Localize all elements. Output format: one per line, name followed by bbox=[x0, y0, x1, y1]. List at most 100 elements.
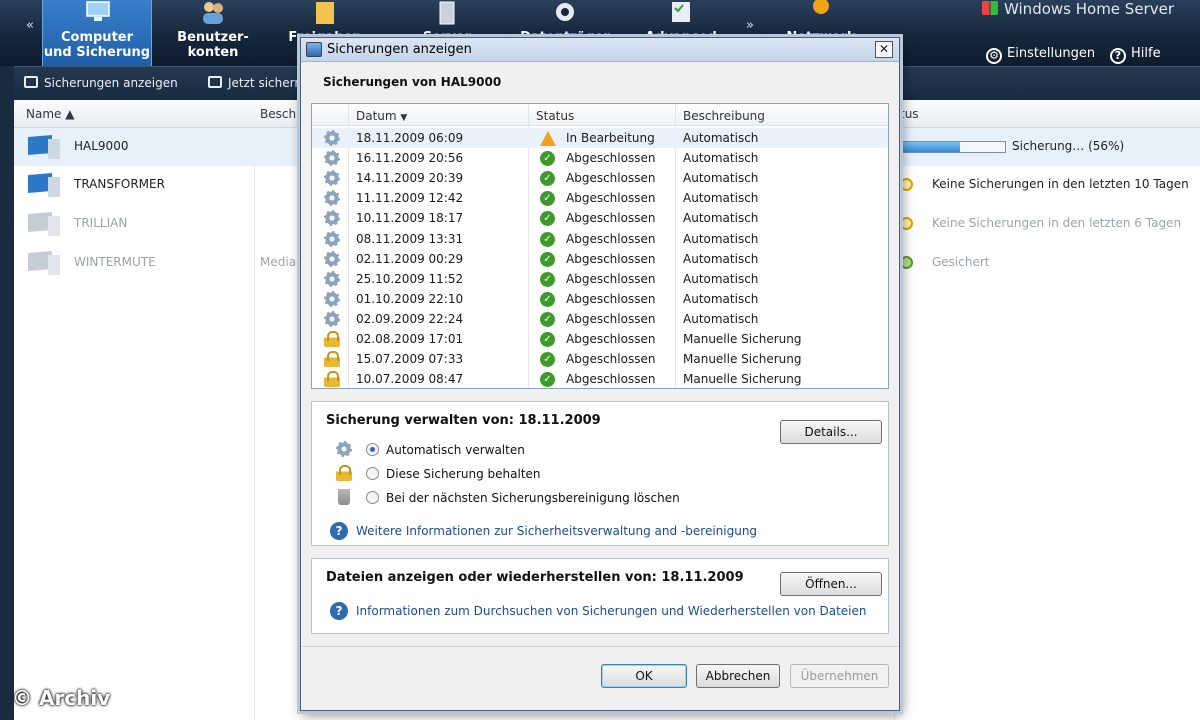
backup-status: Abgeschlossen bbox=[566, 211, 656, 226]
gear-icon bbox=[324, 150, 340, 167]
backup-row[interactable]: 10.11.2009 18:17 ✓ Abgeschlossen Automatisc… bbox=[312, 208, 888, 228]
checkmark-icon: ✓ bbox=[540, 211, 555, 227]
computer-icon bbox=[86, 1, 110, 21]
manage-info-link[interactable]: ? Weitere Informationen zur Sicherheitsv… bbox=[330, 522, 870, 542]
folder-icon bbox=[316, 2, 334, 24]
archive-watermark: © Archiv bbox=[12, 686, 111, 710]
backup-description: Automatisch bbox=[683, 131, 759, 145]
radio-keep-backup[interactable] bbox=[366, 467, 379, 480]
tab-label-line1: Benutzer- bbox=[177, 30, 249, 45]
help-label: Hilfe bbox=[1131, 46, 1161, 61]
apply-button[interactable]: Übernehmen bbox=[790, 664, 889, 688]
checkmark-icon: ✓ bbox=[540, 191, 555, 207]
backup-now-button[interactable]: Jetzt sichern bbox=[208, 76, 302, 90]
checkmark-icon: ✓ bbox=[540, 352, 555, 368]
show-backups-label: Sicherungen anzeigen bbox=[44, 76, 178, 90]
dialog-title: Sicherungen anzeigen bbox=[327, 42, 472, 57]
backup-row[interactable]: 16.11.2009 20:56 ✓ Abgeschlossen Automatisc… bbox=[312, 148, 888, 168]
option-label: Diese Sicherung behalten bbox=[386, 467, 541, 481]
backup-description: Manuelle Sicherung bbox=[683, 352, 802, 367]
lock-icon bbox=[324, 331, 340, 347]
backup-status: Abgeschlossen bbox=[566, 271, 656, 286]
computer-status: Sicherung… (56%) bbox=[1012, 139, 1125, 153]
backup-now-icon bbox=[208, 76, 222, 88]
dialog-app-icon bbox=[306, 42, 322, 57]
cancel-button[interactable]: Abbrechen bbox=[696, 664, 780, 688]
computer-name: TRANSFORMER bbox=[74, 177, 165, 191]
gear-icon bbox=[324, 310, 340, 327]
manage-info-link-text[interactable]: Weitere Informationen zur Sicherheitsver… bbox=[356, 524, 757, 538]
option-automatic-manage[interactable]: Automatisch verwalten bbox=[332, 440, 872, 460]
restore-info-link[interactable]: ? Informationen zum Durchsuchen von Sich… bbox=[330, 602, 870, 622]
backup-row[interactable]: 18.11.2009 06:09 In Bearbeitung Automatisc… bbox=[312, 128, 888, 148]
dialog-footer-divider bbox=[301, 646, 899, 647]
help-link[interactable]: ? Hilfe bbox=[1110, 46, 1161, 64]
backup-row[interactable]: 01.10.2009 22:10 ✓ Abgeschlossen Automatisc… bbox=[312, 289, 888, 309]
backup-date: 02.09.2009 22:24 bbox=[356, 311, 464, 326]
backup-progress-bar bbox=[902, 141, 1006, 153]
lock-icon bbox=[324, 351, 340, 368]
tab-benutzerkonten[interactable]: Benutzer- konten bbox=[158, 0, 268, 66]
open-button[interactable]: Öffnen... bbox=[780, 572, 882, 596]
nav-scroll-left-icon[interactable]: « bbox=[22, 4, 38, 64]
backup-row[interactable]: 14.11.2009 20:39 ✓ Abgeschlossen Automatisc… bbox=[312, 168, 888, 188]
checkmark-icon: ✓ bbox=[540, 372, 555, 388]
backup-row[interactable]: 11.11.2009 12:42 ✓ Abgeschlossen Automatisc… bbox=[312, 188, 888, 208]
column-header-date[interactable]: Datum ▼ bbox=[356, 109, 407, 123]
tab-computer-und-sicherung[interactable]: Computer und Sicherung bbox=[42, 0, 152, 66]
gear-icon bbox=[324, 270, 340, 287]
radio-automatic-manage[interactable] bbox=[366, 443, 379, 456]
backup-row[interactable]: 10.07.2009 08:47 ✓ Abgeschlossen Manuelle S… bbox=[312, 369, 888, 388]
checkmark-icon: ✓ bbox=[540, 251, 555, 267]
option-label: Automatisch verwalten bbox=[386, 443, 525, 457]
backup-description: Automatisch bbox=[683, 191, 759, 206]
backup-row[interactable]: 02.08.2009 17:01 ✓ Abgeschlossen Manuelle S… bbox=[312, 329, 888, 349]
settings-link[interactable]: ⚙ Einstellungen bbox=[986, 46, 1095, 64]
backup-row[interactable]: 15.07.2009 07:33 ✓ Abgeschlossen Manuelle S… bbox=[312, 349, 888, 369]
gear-icon bbox=[324, 290, 340, 307]
backups-table-header: Datum ▼ Status Beschreibung bbox=[312, 104, 888, 126]
backup-date: 18.11.2009 06:09 bbox=[356, 131, 464, 145]
option-keep-backup[interactable]: Diese Sicherung behalten bbox=[332, 464, 872, 484]
close-button[interactable]: ✕ bbox=[875, 41, 893, 58]
network-warning-icon bbox=[813, 0, 829, 14]
column-header-status[interactable]: tus bbox=[900, 107, 919, 121]
backup-description: Manuelle Sicherung bbox=[683, 332, 802, 346]
gear-icon bbox=[324, 230, 340, 247]
backup-status: Abgeschlossen bbox=[566, 231, 656, 246]
show-backups-button[interactable]: Sicherungen anzeigen bbox=[24, 76, 178, 90]
backup-row[interactable]: 02.09.2009 22:24 ✓ Abgeschlossen Automatisc… bbox=[312, 309, 888, 329]
option-delete-next-cleanup[interactable]: Bei der nächsten Sicherungsbereinigung l… bbox=[332, 488, 872, 508]
backup-status: Abgeschlossen bbox=[566, 171, 656, 186]
ok-button[interactable]: OK bbox=[601, 664, 687, 688]
backup-description: Automatisch bbox=[683, 311, 759, 326]
checkmark-icon: ✓ bbox=[540, 231, 555, 247]
backup-row[interactable]: 08.11.2009 13:31 ✓ Abgeschlossen Automatisc… bbox=[312, 229, 888, 249]
backup-row[interactable]: 02.11.2009 00:29 ✓ Abgeschlossen Automatisc… bbox=[312, 249, 888, 269]
users-icon bbox=[203, 2, 223, 24]
windows-logo-icon bbox=[982, 1, 999, 15]
checkmark-icon: ✓ bbox=[540, 311, 555, 327]
backup-description: Automatisch bbox=[683, 231, 759, 246]
computer-icon bbox=[28, 135, 60, 159]
backup-date: 15.07.2009 07:33 bbox=[356, 352, 464, 367]
column-header-description[interactable]: Besch bbox=[260, 107, 296, 121]
computer-icon bbox=[28, 251, 60, 275]
backup-date: 16.11.2009 20:56 bbox=[356, 151, 464, 166]
trash-icon bbox=[338, 489, 350, 505]
column-header-status[interactable]: Status bbox=[536, 109, 574, 123]
radio-delete-next-cleanup[interactable] bbox=[366, 491, 379, 504]
dialog-titlebar[interactable]: Sicherungen anzeigen ✕ bbox=[301, 38, 899, 62]
backup-status: Abgeschlossen bbox=[566, 291, 656, 306]
brand-text: Windows Home Server bbox=[1004, 0, 1174, 18]
backup-status: Abgeschlossen bbox=[566, 372, 656, 387]
restore-info-link-text[interactable]: Informationen zum Durchsuchen von Sicher… bbox=[356, 604, 867, 618]
checkmark-icon: ✓ bbox=[540, 151, 555, 167]
backup-description: Automatisch bbox=[683, 151, 759, 166]
column-header-description[interactable]: Beschreibung bbox=[683, 109, 765, 123]
column-header-name[interactable]: Name ▲ bbox=[26, 107, 74, 121]
dialog-subtitle: Sicherungen von HAL9000 bbox=[323, 75, 502, 89]
backup-row[interactable]: 25.10.2009 11:52 ✓ Abgeschlossen Automatisc… bbox=[312, 269, 888, 289]
help-icon: ? bbox=[1110, 48, 1126, 64]
gear-icon bbox=[324, 190, 340, 207]
